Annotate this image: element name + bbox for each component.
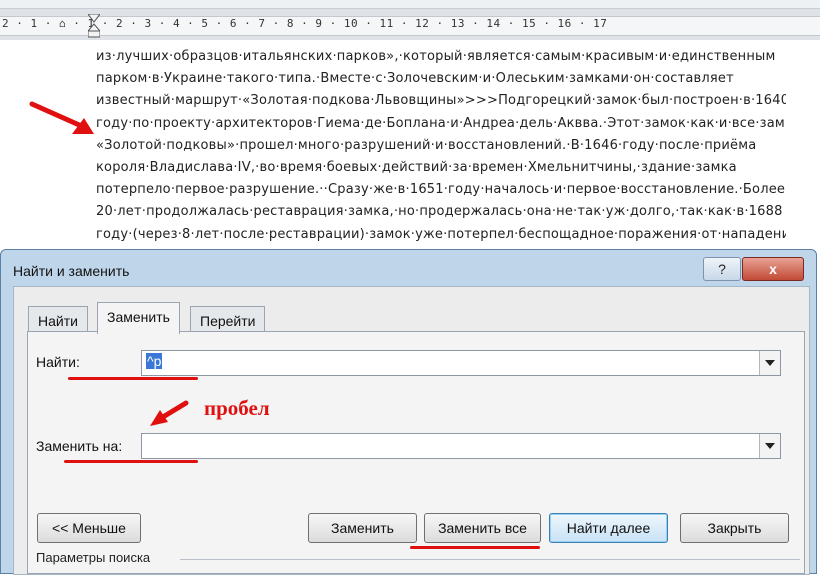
help-button[interactable]: ? [703,257,741,281]
doc-line: потерпело·первое·разрушение.··Сразу·же·в… [96,182,786,198]
doc-line: году·(через·8·лет·после·реставрации)·зам… [96,226,786,242]
find-label: Найти: [36,354,80,370]
indent-marker-icon[interactable] [88,14,100,38]
close-button[interactable]: Закрыть [680,513,789,543]
replace-button[interactable]: Заменить [308,513,417,543]
doc-line: парком·в·Украине·такого·типа.·Вместе·с·З… [96,71,734,87]
chevron-down-icon[interactable] [759,351,780,375]
red-arrow-icon [150,400,189,426]
document-body[interactable]: из·лучших·образцов·итальянских·парков»,·… [96,46,786,246]
find-next-button[interactable]: Найти далее [549,513,668,543]
replace-label: Заменить на: [36,438,123,454]
ruler-top-bar [0,0,820,9]
dialog-title: Найти и заменить [13,263,130,279]
close-window-button[interactable]: x [742,257,804,281]
search-options-label: Параметры поиска [36,550,151,565]
chevron-down-icon[interactable] [759,434,780,458]
find-value: ^p [146,353,163,369]
red-underline [64,460,198,463]
doc-line: из·лучших·образцов·итальянских·парков»,·… [96,49,776,64]
doc-line: 20·лет·продолжалась·реставрация·замка,·н… [96,204,783,220]
red-underline [68,377,198,380]
doc-line: короля·Владислава·IV,·во·время·боевых·де… [96,159,737,175]
doc-line: «Золотой·подковы»·прошел·много·разрушени… [96,137,757,153]
divider [180,559,800,560]
horizontal-ruler[interactable]: 2 · 1 · ⌂ · 1 · 2 · 3 · 4 · 5 · 6 · 7 · … [0,0,820,40]
find-field[interactable]: ^p [141,350,781,376]
doc-line: году·по·проекту·архитекторов·Гиема·де·Бо… [96,115,786,131]
ruler-marks: 2 · 1 · ⌂ · 1 · 2 · 3 · 4 · 5 · 6 · 7 · … [2,17,608,30]
red-arrow-icon [29,101,94,134]
red-underline [410,546,540,549]
less-button[interactable]: << Меньше [37,513,141,543]
replace-field[interactable] [141,433,781,459]
doc-line: известный·маршрут·«Золотая·подкова·Львов… [96,93,786,109]
annotation-text: пробел [204,396,270,420]
tab-replace[interactable]: Заменить [97,302,180,334]
replace-all-button[interactable]: Заменить все [424,513,541,543]
